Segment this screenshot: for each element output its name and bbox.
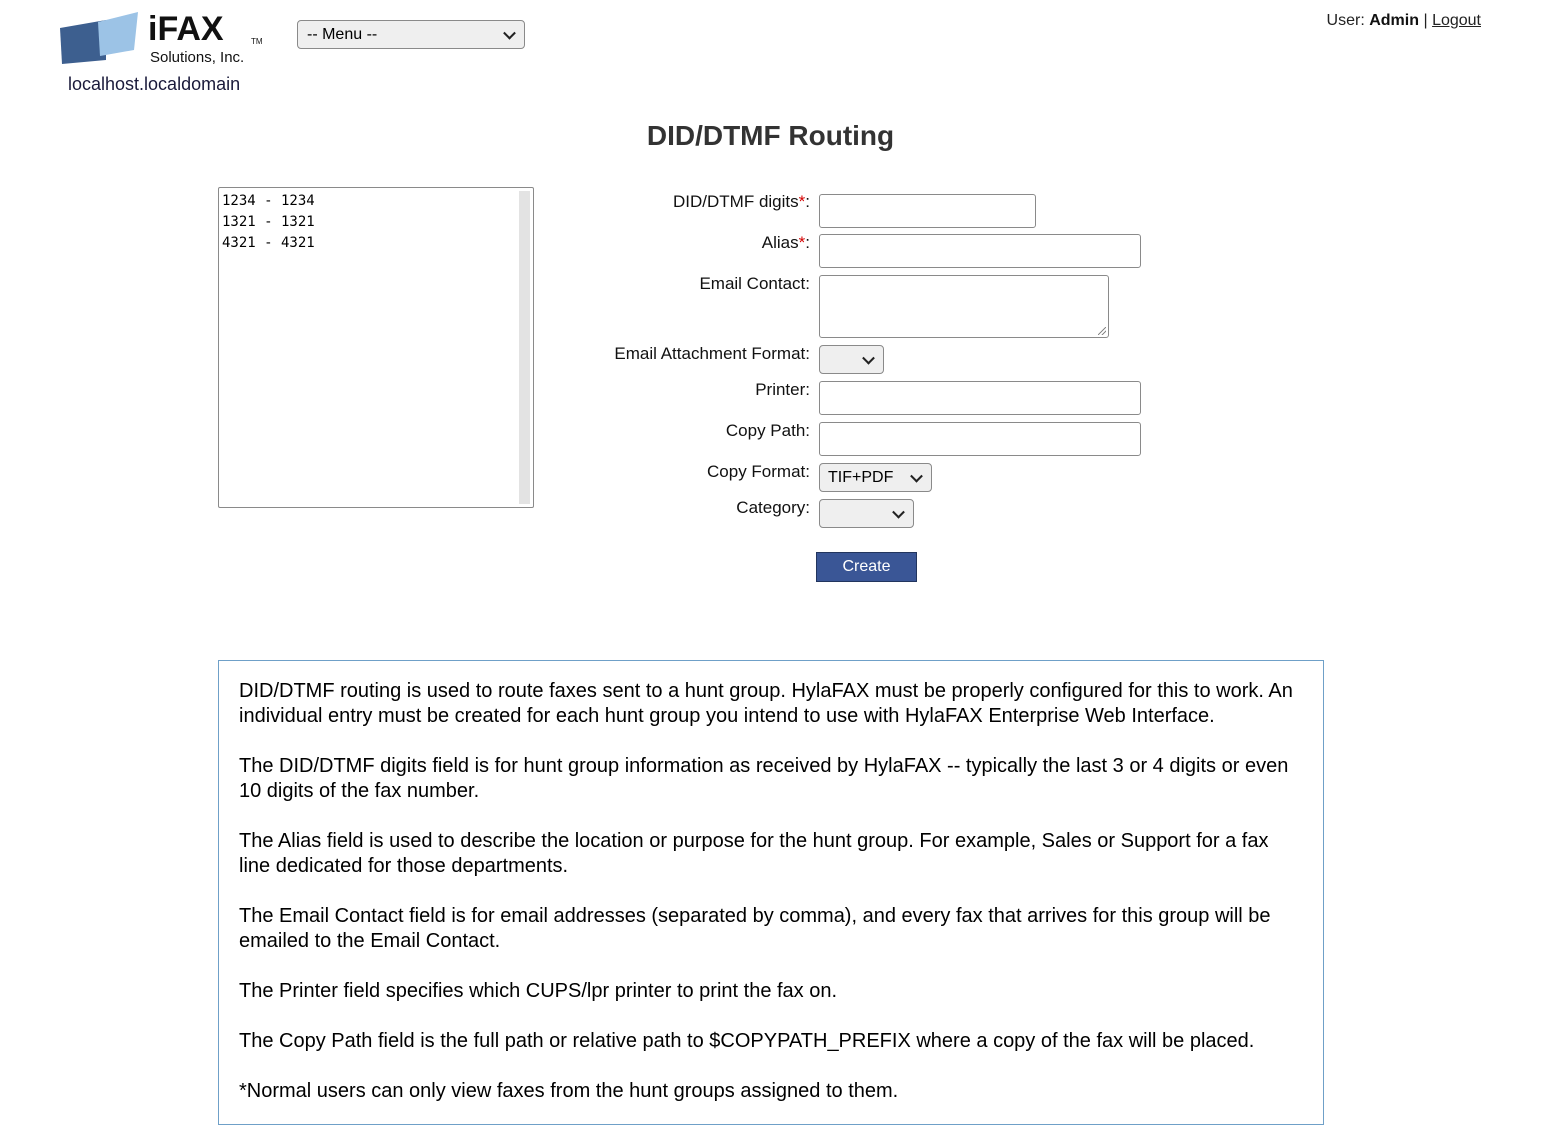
chevron-down-icon: [910, 469, 923, 483]
chevron-down-icon: [892, 505, 905, 519]
did-label: DID/DTMF digits*:: [673, 192, 810, 211]
copy-format-label: Copy Format:: [707, 462, 810, 481]
alias-label: Alias*:: [761, 233, 810, 252]
main-menu-select[interactable]: -- Menu --: [297, 20, 525, 49]
help-paragraph: DID/DTMF routing is used to route faxes …: [239, 680, 1293, 727]
list-scrollbar[interactable]: [519, 191, 530, 504]
route-list-item[interactable]: 4321 - 4321: [219, 233, 533, 254]
help-paragraph: *Normal users can only view faxes from t…: [239, 1080, 899, 1102]
user-name: Admin: [1369, 12, 1419, 29]
menu-select-value: -- Menu --: [307, 25, 378, 43]
route-list[interactable]: 1234 - 1234 1321 - 1321 4321 - 4321: [218, 187, 534, 508]
chevron-down-icon: [862, 351, 875, 365]
help-paragraph: The Copy Path field is the full path or …: [239, 1030, 1255, 1052]
alias-input[interactable]: [819, 234, 1141, 268]
attachment-format-label: Email Attachment Format:: [614, 344, 810, 363]
logout-link[interactable]: Logout: [1432, 12, 1481, 29]
logo-sub-text: Solutions, Inc.: [150, 49, 244, 66]
create-button[interactable]: Create: [816, 552, 917, 582]
route-list-item[interactable]: 1234 - 1234: [219, 191, 533, 212]
category-select[interactable]: [819, 499, 914, 528]
copy-path-input[interactable]: [819, 422, 1141, 456]
logo-brand-text: iFAX: [148, 10, 224, 48]
logo-tm-text: TM: [251, 37, 263, 46]
user-bar: User: Admin | Logout: [1327, 12, 1481, 30]
user-label: User:: [1326, 12, 1365, 29]
help-paragraph: The DID/DTMF digits field is for hunt gr…: [239, 755, 1289, 802]
copy-path-label: Copy Path:: [725, 421, 810, 440]
printer-label: Printer:: [755, 380, 810, 399]
user-separator: |: [1423, 12, 1428, 29]
help-paragraph: The Printer field specifies which CUPS/l…: [239, 980, 838, 1002]
help-paragraph: The Email Contact field is for email add…: [239, 905, 1271, 952]
route-list-item[interactable]: 1321 - 1321: [219, 212, 533, 233]
page-title: DID/DTMF Routing: [646, 120, 895, 151]
company-logo: iFAX TM Solutions, Inc.: [60, 10, 263, 66]
help-info-box: DID/DTMF routing is used to route faxes …: [218, 660, 1324, 1125]
printer-input[interactable]: [819, 381, 1141, 415]
copy-format-select[interactable]: TIF+PDF: [819, 463, 932, 492]
category-label: Category:: [736, 498, 810, 517]
hostname-label: localhost.localdomain: [68, 74, 241, 94]
help-paragraph: The Alias field is used to describe the …: [239, 830, 1269, 877]
copy-format-value: TIF+PDF: [828, 468, 894, 486]
attachment-format-select[interactable]: [819, 345, 884, 374]
email-contact-textarea[interactable]: [819, 275, 1109, 338]
did-digits-input[interactable]: [819, 194, 1036, 228]
chevron-down-icon: [503, 26, 516, 40]
email-contact-label: Email Contact:: [699, 274, 810, 293]
resize-grip-icon[interactable]: [1098, 327, 1106, 335]
